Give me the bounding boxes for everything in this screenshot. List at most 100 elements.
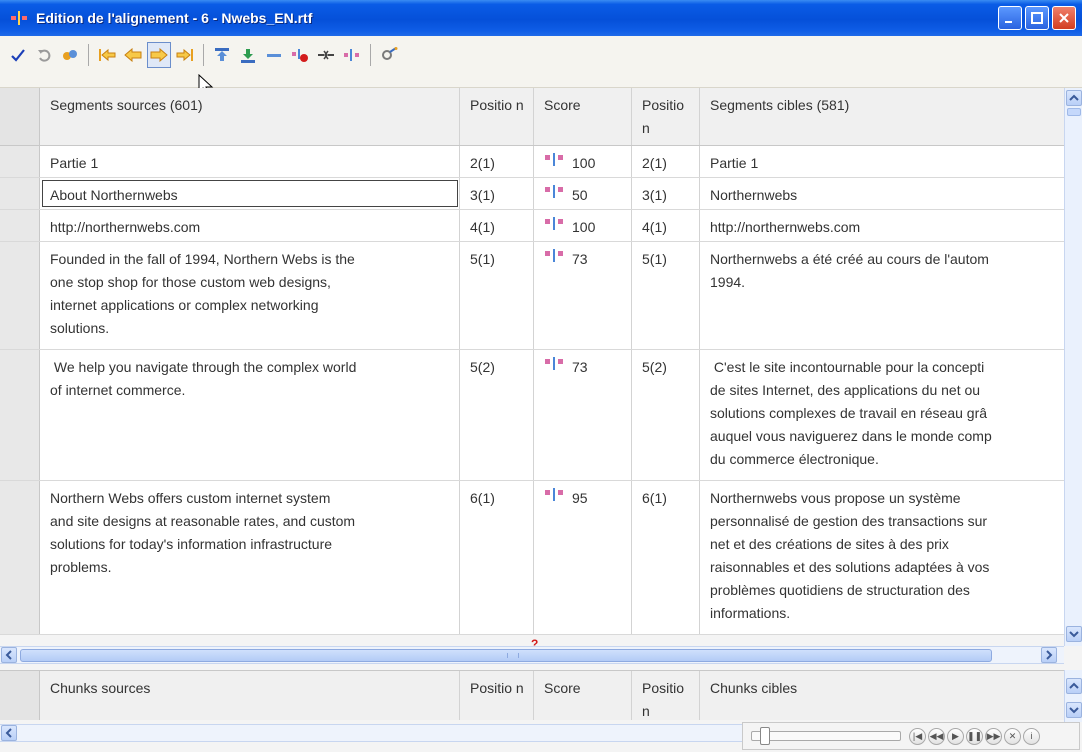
undo-button[interactable] bbox=[32, 42, 56, 68]
chunks-source-column-header[interactable]: Chunks sources bbox=[40, 671, 460, 720]
previous-button[interactable] bbox=[121, 42, 145, 68]
merge-icon bbox=[267, 54, 281, 57]
info-button[interactable]: i bbox=[1023, 727, 1040, 745]
chunks-position-source-column-header[interactable]: Positio n bbox=[460, 671, 534, 720]
target-position-cell: 3(1) bbox=[632, 178, 700, 209]
target-position-cell: 4(1) bbox=[632, 210, 700, 241]
pause-button[interactable]: ❚❚ bbox=[966, 727, 983, 745]
chunks-scroll-down-button[interactable] bbox=[1066, 702, 1082, 718]
source-text-line: one stop shop for those custom web desig… bbox=[50, 274, 331, 290]
source-text-line: of internet commerce. bbox=[50, 382, 186, 398]
row-selector[interactable] bbox=[0, 210, 40, 241]
horizontal-scrollbar[interactable] bbox=[0, 646, 1064, 664]
target-text-line: C'est le site incontournable pour la con… bbox=[710, 359, 985, 375]
title-bar[interactable]: Edition de l'alignement - 6 - Nwebs_EN.r… bbox=[0, 0, 1082, 36]
vertical-scrollbar[interactable] bbox=[1064, 88, 1082, 646]
position-source-column-header[interactable]: Positio n bbox=[460, 88, 534, 145]
next-button[interactable] bbox=[147, 42, 171, 68]
row-selector[interactable] bbox=[0, 481, 40, 634]
join-button[interactable] bbox=[314, 42, 338, 68]
vertical-scroll-thumb[interactable] bbox=[1067, 108, 1081, 116]
row-selector[interactable] bbox=[0, 178, 40, 209]
right-arrow-icon bbox=[150, 48, 168, 62]
target-text-line: Northernwebs bbox=[710, 187, 798, 203]
source-segment-cell[interactable]: Northern Webs offers custom internet sys… bbox=[40, 481, 460, 634]
target-segment-cell[interactable]: Northernwebs bbox=[700, 178, 1064, 209]
chunks-score-column-header[interactable]: Score bbox=[534, 671, 632, 720]
stop-button[interactable]: ✕ bbox=[1004, 727, 1021, 745]
chunks-scroll-up-button[interactable] bbox=[1066, 678, 1082, 694]
target-segment-cell[interactable]: Partie 1 bbox=[700, 146, 1064, 177]
segment-row[interactable]: Founded in the fall of 1994, Northern We… bbox=[0, 242, 1064, 350]
delete-link-button[interactable] bbox=[288, 42, 312, 68]
score-cell[interactable]: 100 bbox=[534, 146, 632, 177]
split-button[interactable] bbox=[340, 42, 364, 68]
validate-button[interactable] bbox=[6, 42, 30, 68]
segment-row[interactable]: http://northernwebs.com 4(1) 100 4(1) http:/… bbox=[0, 210, 1064, 242]
target-segment-cell[interactable]: Northernwebs a été créé au cours de l'au… bbox=[700, 242, 1064, 349]
scroll-left-button[interactable] bbox=[1, 647, 17, 663]
play-button[interactable]: ▶ bbox=[947, 727, 964, 745]
redo-button[interactable] bbox=[58, 42, 82, 68]
row-selector[interactable] bbox=[0, 350, 40, 480]
merge-button[interactable] bbox=[262, 42, 286, 68]
close-button[interactable] bbox=[1052, 6, 1076, 30]
chunks-scroll-left-button[interactable] bbox=[1, 725, 17, 741]
move-down-button[interactable] bbox=[236, 42, 260, 68]
first-arrow-icon bbox=[99, 48, 116, 62]
target-segment-cell[interactable]: C'est le site incontournable pour la con… bbox=[700, 350, 1064, 480]
position-target-column-header[interactable]: Positio n bbox=[632, 88, 700, 145]
chevron-up-icon bbox=[1069, 94, 1079, 101]
target-segment-cell[interactable]: Northernwebs vous propose un système pers… bbox=[700, 481, 1064, 634]
first-button[interactable] bbox=[95, 42, 119, 68]
score-column-header[interactable]: Score bbox=[534, 88, 632, 145]
last-button[interactable] bbox=[173, 42, 197, 68]
rewind-button[interactable]: ◀◀ bbox=[928, 727, 945, 745]
score-cell[interactable]: 100 bbox=[534, 210, 632, 241]
chunks-vertical-scrollbar[interactable] bbox=[1064, 670, 1082, 722]
score-value: 50 bbox=[572, 187, 588, 203]
score-cell[interactable]: 73 bbox=[534, 242, 632, 349]
source-segment-cell[interactable]: Partie 1 bbox=[40, 146, 460, 177]
horizontal-scroll-thumb[interactable] bbox=[20, 649, 992, 662]
first-track-button[interactable]: |◀ bbox=[909, 727, 926, 745]
chunks-horizontal-scrollbar[interactable] bbox=[0, 724, 742, 742]
segment-row[interactable]: About Northernwebs 3(1) 50 3(1) Northernwebs bbox=[0, 178, 1064, 210]
chevron-left-icon bbox=[5, 650, 12, 660]
chunks-position-target-column-header[interactable]: Positio n bbox=[632, 671, 700, 720]
row-selector[interactable] bbox=[0, 242, 40, 349]
target-text-line: 1994. bbox=[710, 274, 746, 290]
maximize-button[interactable] bbox=[1025, 6, 1049, 30]
scroll-up-button[interactable] bbox=[1066, 90, 1082, 106]
playback-slider-knob[interactable] bbox=[760, 727, 770, 745]
target-text-line: net et des créations de sites à des prix bbox=[710, 536, 949, 552]
source-segment-cell[interactable]: Founded in the fall of 1994, Northern We… bbox=[40, 242, 460, 349]
chunks-target-column-header[interactable]: Chunks cibles bbox=[700, 671, 1064, 720]
row-selector[interactable] bbox=[0, 146, 40, 177]
target-segment-cell[interactable]: http://northernwebs.com bbox=[700, 210, 1064, 241]
minimize-button[interactable] bbox=[998, 6, 1022, 30]
source-column-header[interactable]: Segments sources (601) bbox=[40, 88, 460, 145]
settings-button[interactable] bbox=[377, 42, 401, 68]
source-segment-cell[interactable]: About Northernwebs bbox=[40, 178, 460, 209]
segment-row[interactable]: We help you navigate through the complex… bbox=[0, 350, 1064, 481]
move-up-button[interactable] bbox=[210, 42, 234, 68]
target-column-header[interactable]: Segments cibles (581) bbox=[700, 88, 1064, 145]
fast-forward-icon: ▶▶ bbox=[986, 730, 1001, 741]
alignment-score-icon bbox=[545, 217, 563, 230]
source-segment-cell[interactable]: We help you navigate through the complex… bbox=[40, 350, 460, 480]
source-segment-cell[interactable]: http://northernwebs.com bbox=[40, 210, 460, 241]
target-position-cell: 5(2) bbox=[632, 350, 700, 480]
scroll-down-button[interactable] bbox=[1066, 626, 1082, 642]
close-icon: ✕ bbox=[1008, 730, 1017, 741]
close-icon bbox=[1059, 13, 1069, 23]
scroll-right-button[interactable] bbox=[1041, 647, 1057, 663]
segment-row[interactable]: Partie 1 2(1) 100 2(1) Partie 1 bbox=[0, 146, 1064, 178]
score-cell[interactable]: 73 bbox=[534, 350, 632, 480]
score-cell[interactable]: 95 bbox=[534, 481, 632, 634]
score-cell[interactable]: 50 bbox=[534, 178, 632, 209]
fast-forward-button[interactable]: ▶▶ bbox=[985, 727, 1002, 745]
playback-slider[interactable] bbox=[751, 727, 901, 745]
segment-row[interactable]: Northern Webs offers custom internet sys… bbox=[0, 481, 1064, 635]
alignment-score-icon bbox=[545, 249, 563, 262]
